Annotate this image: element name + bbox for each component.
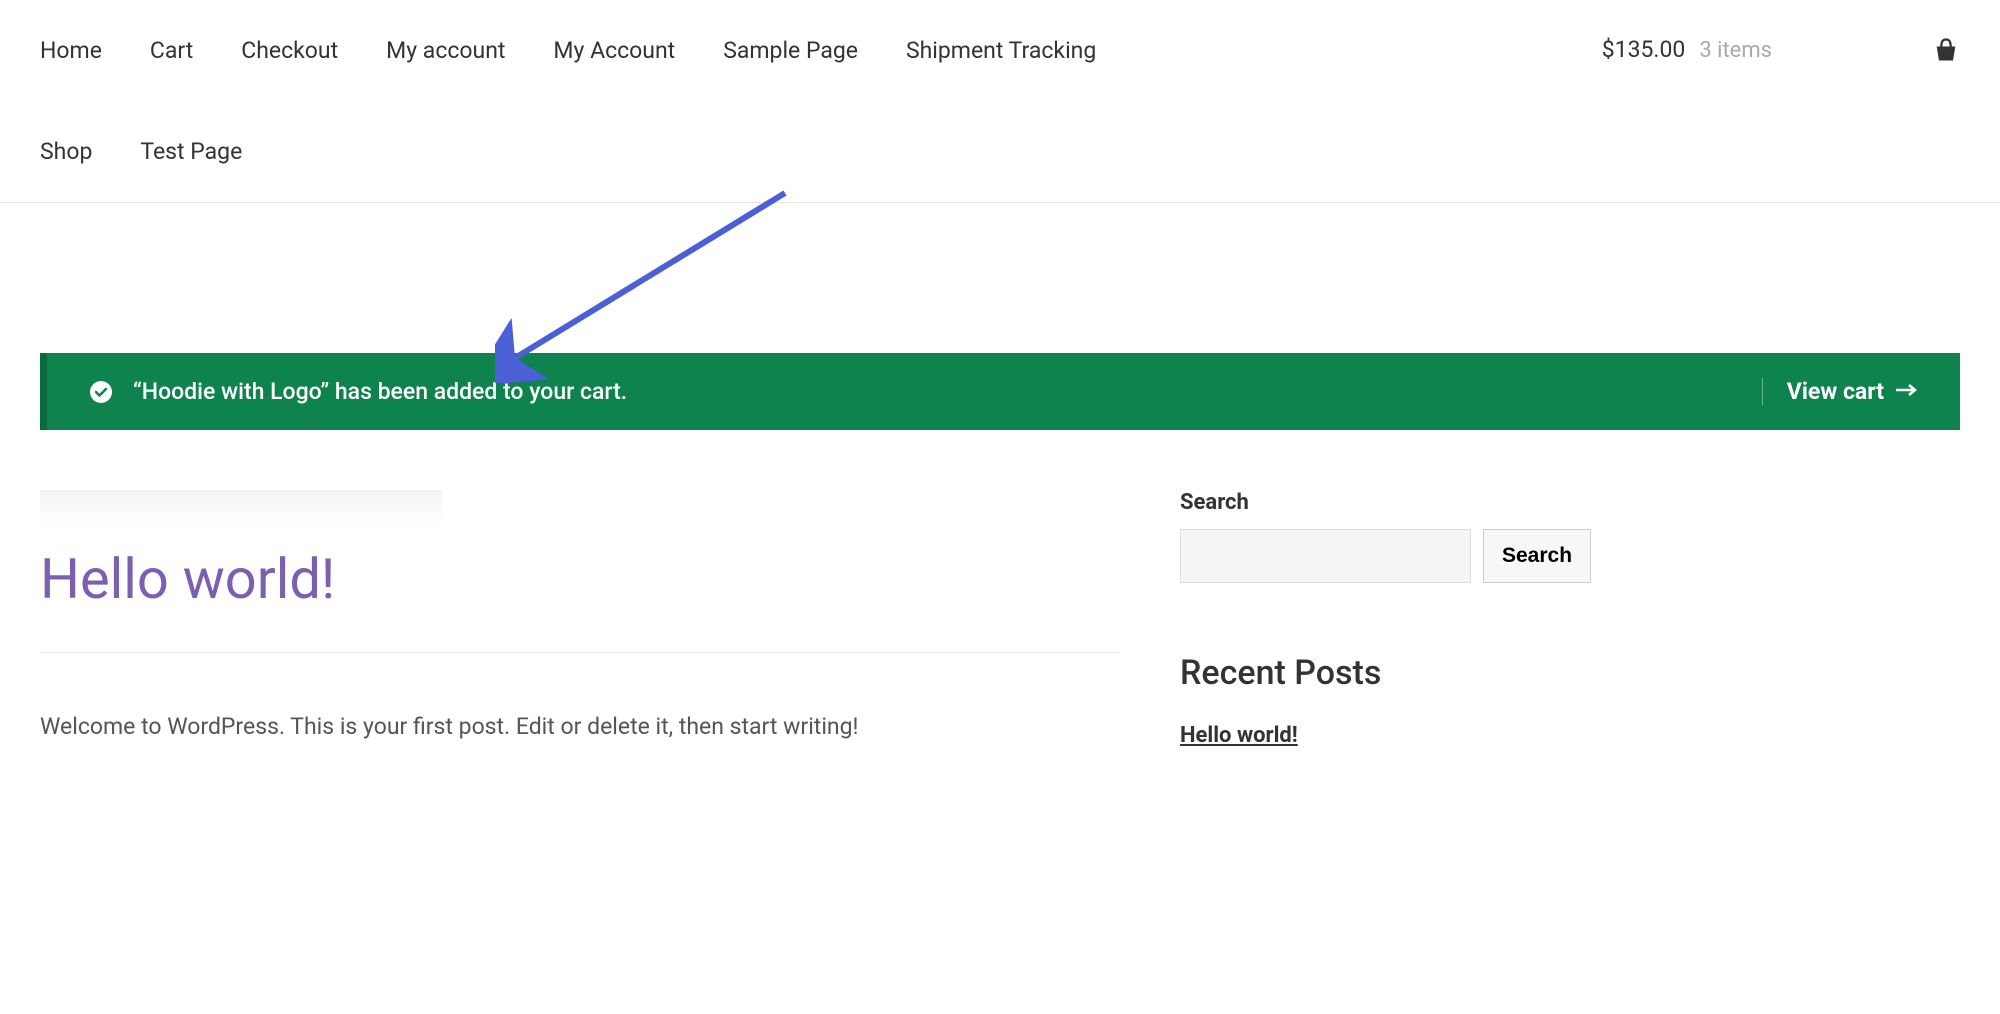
- notice-message: “Hoodie with Logo” has been added to you…: [133, 378, 627, 405]
- cart-added-notice: “Hoodie with Logo” has been added to you…: [40, 353, 1960, 430]
- recent-post-link[interactable]: Hello world!: [1180, 723, 1298, 748]
- nav-test-page[interactable]: Test Page: [140, 101, 266, 202]
- site-header: Home Cart Checkout My account My Account…: [0, 0, 2000, 203]
- view-cart-link[interactable]: View cart: [1762, 378, 1918, 405]
- post-featured-placeholder: [40, 490, 442, 526]
- cart-items-count: 3 items: [1699, 38, 1772, 63]
- nav-my-account-1[interactable]: My account: [386, 0, 529, 101]
- nav-home[interactable]: Home: [40, 0, 126, 101]
- nav-shipment-tracking[interactable]: Shipment Tracking: [906, 0, 1120, 101]
- post-title: Hello world!: [40, 546, 1120, 653]
- nav-cart[interactable]: Cart: [150, 0, 217, 101]
- check-circle-icon: [89, 380, 113, 404]
- nav-shop[interactable]: Shop: [40, 101, 116, 202]
- post-content: Hello world! Welcome to WordPress. This …: [40, 490, 1120, 748]
- view-cart-label: View cart: [1787, 378, 1884, 405]
- sidebar: Search Search Recent Posts Hello world!: [1180, 490, 1500, 748]
- post-body: Welcome to WordPress. This is your first…: [40, 713, 1120, 740]
- nav-my-account-2[interactable]: My Account: [553, 0, 699, 101]
- basket-icon: [1932, 37, 1960, 63]
- content-area: “Hoodie with Logo” has been added to you…: [0, 203, 2000, 788]
- search-row: Search: [1180, 529, 1500, 583]
- cart-amount: $135.00: [1602, 36, 1686, 63]
- nav-sample-page[interactable]: Sample Page: [723, 0, 882, 101]
- nav-checkout[interactable]: Checkout: [241, 0, 362, 101]
- notice-content: “Hoodie with Logo” has been added to you…: [89, 378, 627, 405]
- search-button[interactable]: Search: [1483, 529, 1591, 583]
- header-cart-summary[interactable]: $135.00 3 items: [1602, 36, 1960, 63]
- main-columns: Hello world! Welcome to WordPress. This …: [40, 490, 1960, 748]
- nav-row-2: Shop Test Page: [40, 101, 1440, 202]
- search-label: Search: [1180, 490, 1500, 515]
- search-input[interactable]: [1180, 529, 1471, 583]
- arrow-right-icon: [1896, 382, 1918, 401]
- recent-posts-heading: Recent Posts: [1180, 653, 1500, 693]
- primary-nav: Home Cart Checkout My account My Account…: [40, 0, 1440, 202]
